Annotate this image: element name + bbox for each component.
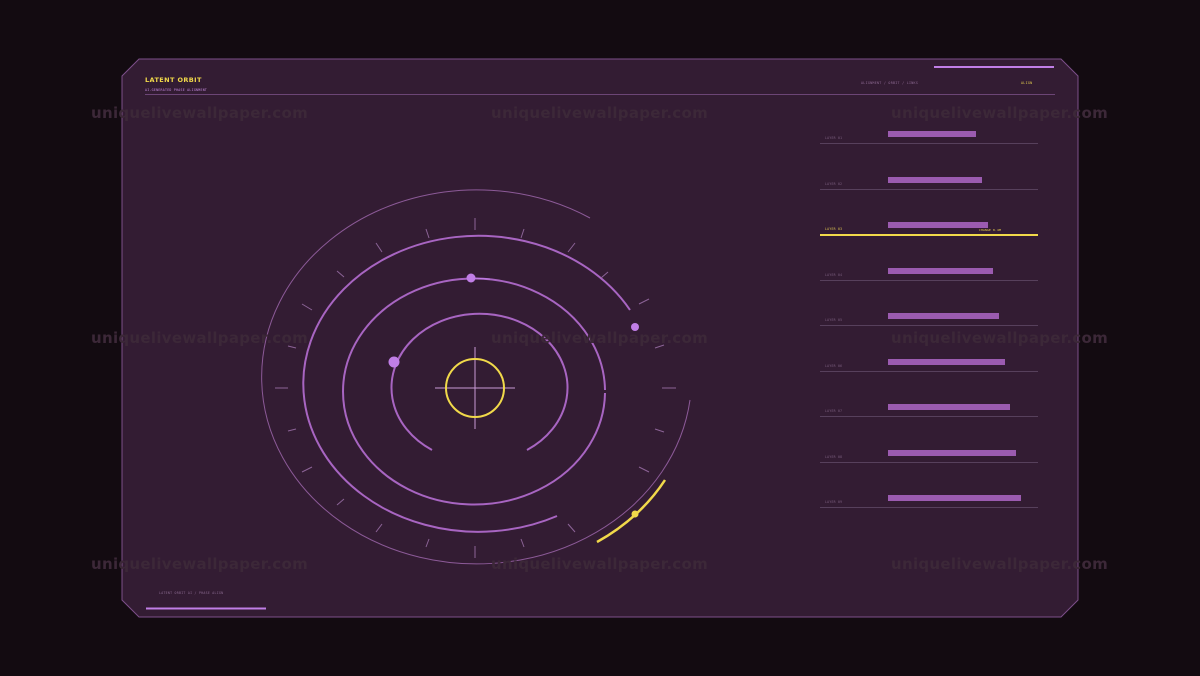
layer-bar	[888, 222, 988, 228]
hud-panel	[121, 58, 1079, 618]
planet-2[interactable]	[388, 356, 400, 368]
layer-bar	[888, 267, 993, 274]
layer-note: CHANGE 8.4M	[979, 228, 1002, 232]
layer-bar	[888, 313, 999, 319]
planet-3[interactable]	[631, 323, 639, 331]
page-subtitle: AI-GENERATED PHASE ALIGNMENT	[145, 88, 208, 92]
layer-label: LAYER 02	[825, 181, 843, 186]
layer-line	[820, 143, 1038, 144]
page-title: LATENT ORBIT	[145, 76, 202, 84]
layer-label: LAYER 08	[825, 454, 843, 459]
stage: LATENT ORBIT AI-GENERATED PHASE ALIGNMEN…	[0, 0, 1200, 676]
planet-highlight[interactable]	[631, 510, 639, 518]
footer-caption: LATENT ORBIT AI / PHASE ALIGN	[159, 591, 224, 595]
layer-bar	[888, 131, 976, 137]
mode-label: ALIGNMENT / ORBIT / LINKS	[861, 81, 919, 85]
layer-bar	[888, 449, 1016, 456]
planet-1[interactable]	[466, 273, 476, 283]
layer-line	[820, 507, 1038, 508]
layer-line	[820, 279, 1038, 281]
layer-bar	[888, 495, 1021, 501]
layer-line	[820, 325, 1038, 326]
layer-label: LAYER 05	[825, 318, 843, 322]
layer-bar	[888, 404, 1010, 410]
layer-line	[820, 461, 1038, 463]
layer-line	[820, 370, 1038, 372]
layer-label: LAYER 06	[825, 363, 843, 368]
status-badge: ALIGN	[1021, 81, 1033, 85]
layer-bar	[888, 358, 1005, 365]
layer-line-active	[820, 234, 1038, 236]
layer-label: LAYER 04	[825, 272, 843, 277]
layer-label: LAYER 09	[825, 500, 843, 504]
layer-bar	[888, 176, 982, 183]
layer-line	[820, 416, 1038, 417]
layer-label: LAYER 01	[825, 136, 843, 140]
layer-line	[820, 188, 1038, 190]
layer-label: LAYER 03	[825, 227, 843, 231]
layer-label: LAYER 07	[825, 409, 843, 413]
